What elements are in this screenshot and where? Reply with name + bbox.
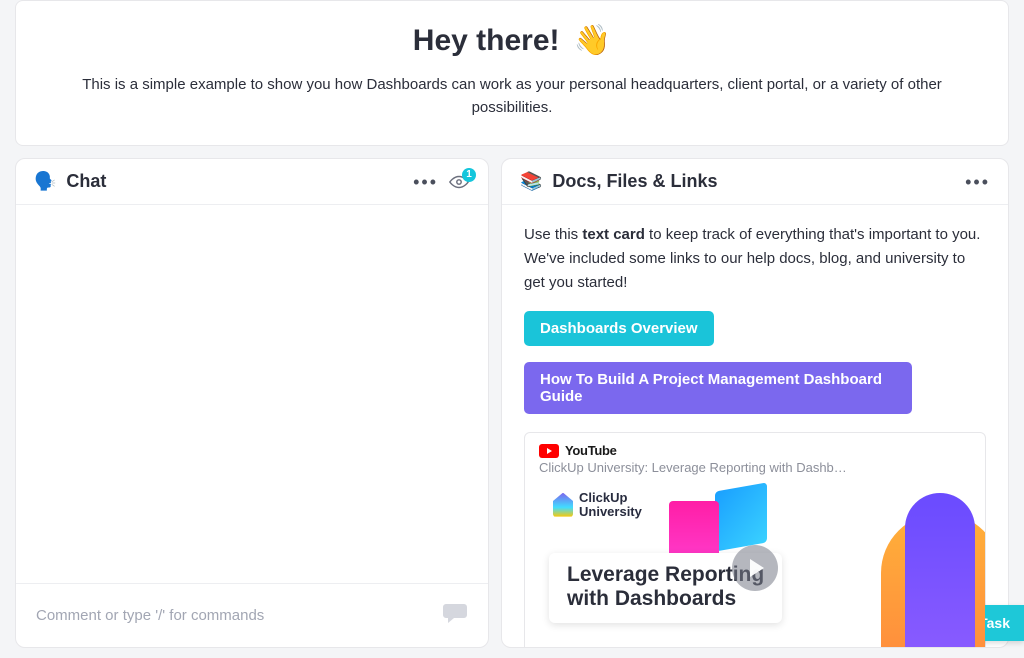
video-platform-row: YouTube (539, 443, 971, 458)
hero-title-text: Hey there! (413, 24, 560, 57)
docs-widget-title: Docs, Files & Links (552, 171, 955, 192)
chat-widget-header: 🗣️ Chat ••• 1 (16, 159, 488, 205)
chat-widget-title: Chat (66, 171, 403, 192)
chat-more-menu[interactable]: ••• (413, 173, 438, 191)
video-thumbnail: ClickUp University Leverage Reporting wi… (539, 483, 971, 647)
video-title: ClickUp University: Leverage Reporting w… (539, 460, 849, 475)
brand-line1: ClickUp (579, 491, 642, 505)
youtube-icon (539, 444, 559, 458)
docs-more-menu[interactable]: ••• (965, 173, 990, 191)
video-platform-label: YouTube (565, 443, 617, 458)
chat-widget: 🗣️ Chat ••• 1 (15, 158, 489, 648)
thumb-shape-purple (905, 493, 975, 647)
docs-intro-prefix: Use this (524, 226, 582, 243)
brand-line2: University (579, 505, 642, 519)
docs-intro-text: Use this text card to keep track of ever… (524, 223, 986, 295)
clickup-brand-text: ClickUp University (579, 491, 642, 518)
docs-widget-header: 📚 Docs, Files & Links ••• (502, 159, 1008, 205)
hero-subtitle: This is a simple example to show you how… (72, 74, 952, 119)
chat-input-row (16, 583, 488, 647)
chat-bubble-icon[interactable] (442, 602, 468, 629)
watchers-count-badge: 1 (462, 168, 476, 182)
speaking-head-icon: 🗣️ (34, 171, 56, 192)
play-icon[interactable] (732, 545, 778, 591)
chat-comment-input[interactable] (36, 607, 430, 624)
books-icon: 📚 (520, 171, 542, 192)
docs-body: Use this text card to keep track of ever… (502, 205, 1008, 647)
chat-watchers-button[interactable]: 1 (448, 174, 470, 190)
docs-intro-bold: text card (582, 226, 645, 243)
overlay-line2: with Dashboards (567, 587, 764, 611)
video-embed-card[interactable]: YouTube ClickUp University: Leverage Rep… (524, 432, 986, 647)
pm-dashboard-guide-link[interactable]: How To Build A Project Management Dashbo… (524, 362, 912, 414)
hero-card: Hey there! 👋 This is a simple example to… (15, 0, 1009, 146)
dashboards-overview-link[interactable]: Dashboards Overview (524, 311, 714, 346)
docs-widget: 📚 Docs, Files & Links ••• Use this text … (501, 158, 1009, 648)
wave-emoji-icon: 👋 (574, 24, 611, 57)
clickup-brand: ClickUp University (553, 491, 642, 518)
chat-body (16, 205, 488, 583)
clickup-logo-icon (553, 493, 573, 517)
hero-title: Hey there! 👋 (56, 23, 968, 58)
thumb-shape-blue (715, 482, 767, 551)
